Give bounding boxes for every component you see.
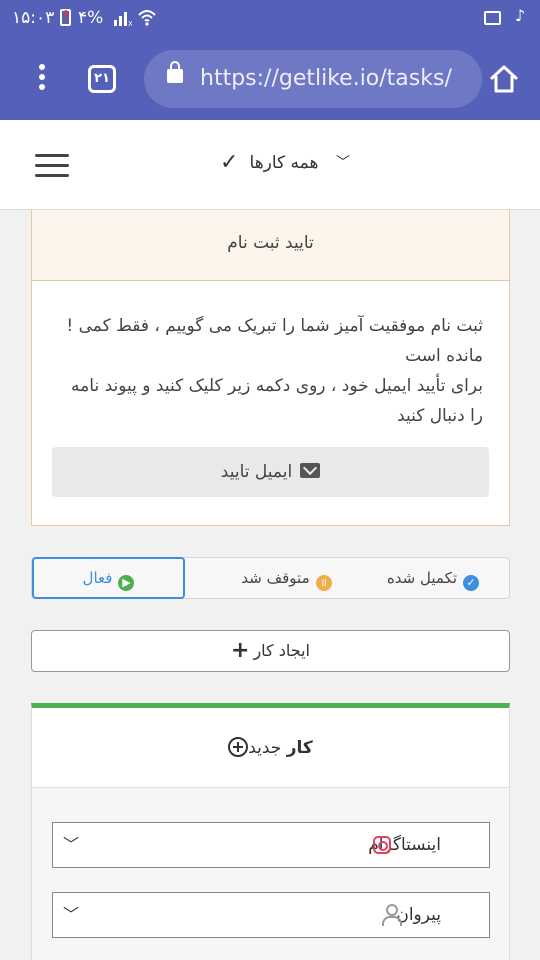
- instagram-icon: [373, 836, 391, 854]
- registration-confirm-card: تایید ثبت نام ثبت نام موفقیت آمیز شما را…: [31, 210, 510, 526]
- wifi-icon: [138, 10, 156, 26]
- verify-email-button[interactable]: ایمیل تایید: [52, 447, 489, 497]
- check-icon: ✓: [220, 150, 239, 175]
- task-filter-dropdown[interactable]: ✓ همه کارها ﹀: [214, 148, 354, 178]
- plus-icon: +: [231, 638, 250, 663]
- verify-email-label: ایمیل تایید: [220, 462, 293, 482]
- check-circle-icon: ✓: [463, 575, 480, 591]
- site-header: ✓ همه کارها ﹀: [0, 120, 540, 210]
- battery-percent: ۴%: [78, 8, 104, 28]
- create-task-button[interactable]: ایجاد کار+: [31, 630, 510, 672]
- tiktok-icon: ♪: [515, 6, 526, 25]
- browser-toolbar: ۲۱ https://getlike.io/tasks/: [0, 36, 540, 120]
- new-task-title-bold: کار: [286, 738, 313, 758]
- tab-completed[interactable]: ✓ تکمیل شده: [358, 558, 508, 598]
- tab-completed-label: تکمیل شده: [386, 569, 458, 587]
- menu-dots-icon[interactable]: [30, 64, 54, 94]
- play-circle-icon: ▶: [118, 575, 135, 591]
- task-filter-label: همه کارها: [249, 153, 319, 173]
- envelope-icon: [300, 463, 321, 478]
- tab-switcher-button[interactable]: ۲۱: [88, 65, 116, 93]
- chevron-down-icon: ﹀: [336, 155, 350, 171]
- task-type-select[interactable]: پیروان ﹀: [52, 892, 490, 938]
- new-task-title-rest: جدید: [248, 738, 287, 758]
- pause-circle-icon: ॥: [315, 575, 332, 591]
- chevron-down-icon: ﹀: [63, 835, 80, 854]
- address-bar[interactable]: https://getlike.io/tasks/: [144, 50, 482, 108]
- new-task-card: کار جدید اینستاگرام ﹀ پیروان ﹀: [31, 703, 510, 960]
- status-time: ۱۵:۰۳: [12, 8, 55, 28]
- tab-active[interactable]: ▶ فعال: [32, 557, 185, 599]
- signal-icon: X: [114, 12, 132, 26]
- confirm-card-title: تایید ثبت نام: [32, 210, 509, 281]
- hamburger-icon[interactable]: [35, 154, 69, 178]
- confirm-message-line-1: ثبت نام موفقیت آمیز شما را تبریک می گویی…: [66, 316, 483, 366]
- tab-active-label: فعال: [82, 569, 113, 587]
- image-icon: [484, 11, 501, 25]
- circle-plus-icon: [228, 737, 249, 757]
- new-task-title: کار جدید: [32, 708, 509, 788]
- social-network-select[interactable]: اینستاگرام ﹀: [52, 822, 490, 868]
- url-text: https://getlike.io/tasks/: [200, 66, 452, 91]
- tab-paused[interactable]: ॥ متوقف شد: [215, 558, 358, 598]
- home-icon[interactable]: [488, 64, 520, 94]
- confirm-message-line-2: برای تأیید ایمیل خود ، روی دکمه زیر کلیک…: [71, 376, 483, 426]
- confirm-card-body: ثبت نام موفقیت آمیز شما را تبریک می گویی…: [32, 281, 509, 431]
- user-icon: [381, 904, 402, 926]
- task-type-value: پیروان: [396, 905, 441, 925]
- status-bar: ۱۵:۰۳ ۴% X ♪: [0, 0, 540, 36]
- task-status-tabs: ✓ تکمیل شده ॥ متوقف شد ▶ فعال: [31, 557, 510, 599]
- battery-alert-icon: [60, 8, 71, 26]
- chevron-down-icon: ﹀: [63, 905, 80, 924]
- tab-paused-label: متوقف شد: [241, 569, 310, 587]
- svg-text:X: X: [128, 20, 132, 26]
- lock-icon: [167, 61, 183, 83]
- create-task-label: ایجاد کار: [253, 641, 310, 660]
